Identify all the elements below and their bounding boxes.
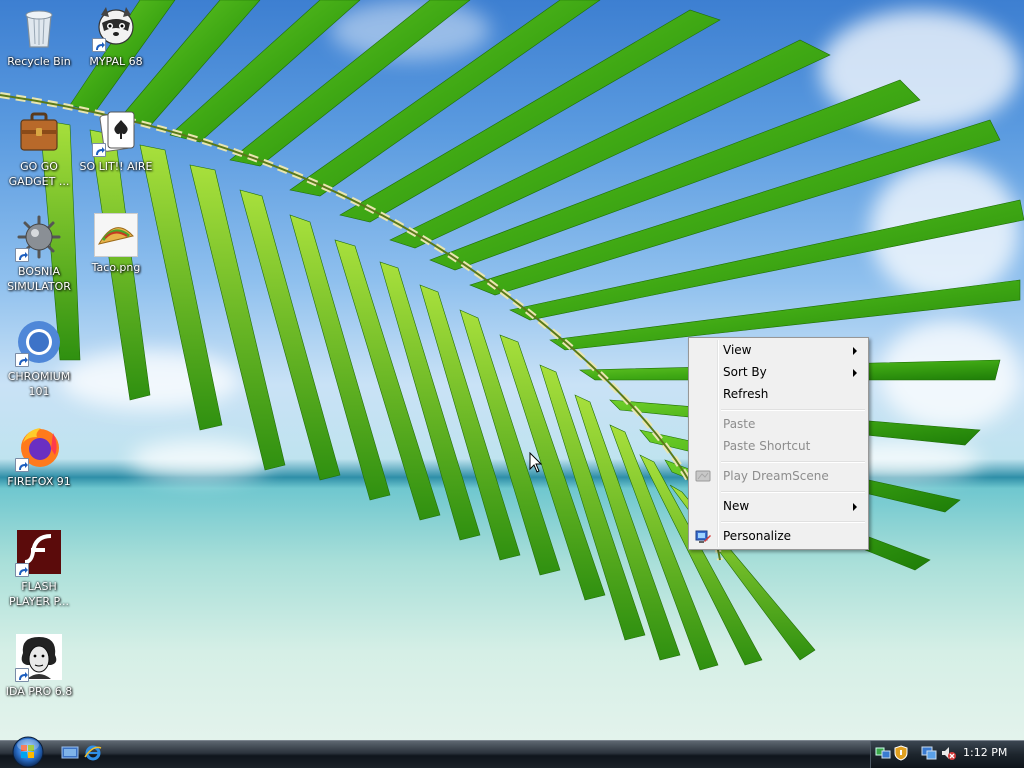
flash-player-icon	[15, 528, 63, 577]
menu-separator	[721, 409, 865, 411]
monitor-icon[interactable]	[921, 745, 937, 761]
desktop-icon-bosnia-simulator[interactable]: BOSNIA SIMULATOR	[0, 213, 79, 294]
volume-muted-icon[interactable]	[940, 745, 956, 761]
mypal-raccoon-icon	[92, 3, 140, 52]
menu-item-personalize[interactable]: Personalize	[691, 525, 866, 547]
desktop-icon-label: FLASH PLAYER P...	[9, 580, 69, 608]
playing-cards-icon	[92, 108, 140, 157]
menu-item-label: Personalize	[723, 529, 792, 543]
desktop-icon-label: CHROMIUM 101	[7, 370, 71, 398]
network-icon[interactable]	[875, 745, 891, 761]
desktop-icon-label: FIREFOX 91	[7, 475, 71, 488]
menu-item-label: Refresh	[723, 387, 769, 401]
start-button[interactable]	[7, 734, 49, 768]
menu-item-label: Sort By	[723, 365, 767, 379]
menu-item-refresh[interactable]: Refresh	[691, 383, 866, 405]
desktop-icon-taco[interactable]: Taco.png	[76, 213, 156, 275]
taco-image-icon	[94, 213, 138, 257]
shortcut-arrow-icon	[92, 143, 106, 157]
chromium-icon	[15, 318, 63, 367]
desktop-icon-firefox[interactable]: FIREFOX 91	[0, 423, 79, 489]
desktop-icon-label: Taco.png	[91, 261, 141, 274]
desktop-icon-flash-player[interactable]: FLASH PLAYER P...	[0, 528, 79, 609]
menu-item-label: New	[723, 499, 750, 513]
desktop-icon-label: BOSNIA SIMULATOR	[7, 265, 71, 293]
submenu-arrow-icon	[853, 369, 857, 377]
menu-separator	[721, 461, 865, 463]
desktop-icon-solitaire[interactable]: SO LIT!! AIRE	[76, 108, 156, 174]
desktop-icon-chromium[interactable]: CHROMIUM 101	[0, 318, 79, 399]
shortcut-arrow-icon	[15, 353, 29, 367]
mouse-cursor-icon	[529, 452, 543, 473]
menu-item-label: Play DreamScene	[723, 469, 829, 483]
menu-item-label: Paste	[723, 417, 756, 431]
menu-item-new[interactable]: New	[691, 495, 866, 517]
show-desktop-button[interactable]	[61, 745, 79, 761]
submenu-arrow-icon	[853, 347, 857, 355]
internet-explorer-icon	[84, 745, 102, 761]
desktop-icon-gogo-gadget[interactable]: GO GO GADGET ...	[0, 108, 79, 189]
menu-item-paste-shortcut[interactable]: Paste Shortcut	[691, 435, 866, 457]
personalize-icon	[695, 528, 711, 544]
menu-item-paste[interactable]: Paste	[691, 413, 866, 435]
desktop-icon-label: SO LIT!! AIRE	[79, 160, 153, 173]
security-icon[interactable]	[893, 745, 909, 761]
shortcut-arrow-icon	[15, 458, 29, 472]
desktop-icon-label: Recycle Bin	[7, 55, 71, 68]
menu-item-label: Paste Shortcut	[723, 439, 811, 453]
desktop-icon-recycle-bin[interactable]: Recycle Bin	[0, 3, 79, 69]
windows-orb-icon	[12, 736, 44, 768]
menu-item-label: View	[723, 343, 752, 357]
firefox-icon	[15, 423, 63, 472]
desktop-icon-label: IDA PRO 6.8	[5, 685, 73, 698]
shortcut-arrow-icon	[15, 563, 29, 577]
desktop-icon-ida-pro[interactable]: IDA PRO 6.8	[0, 633, 79, 699]
menu-item-play-dreamscene[interactable]: Play DreamScene	[691, 465, 866, 487]
spiked-mine-icon	[15, 213, 63, 262]
submenu-arrow-icon	[853, 503, 857, 511]
recycle-bin-icon	[15, 3, 63, 51]
shortcut-arrow-icon	[92, 38, 106, 52]
menu-item-view[interactable]: View	[691, 339, 866, 361]
briefcase-icon	[15, 108, 63, 156]
dreamscene-icon	[695, 468, 711, 484]
taskbar-clock[interactable]: 1:12 PM	[963, 745, 1007, 761]
menu-item-sort-by[interactable]: Sort By	[691, 361, 866, 383]
show-desktop-icon	[61, 746, 79, 759]
menu-separator	[721, 521, 865, 523]
internet-explorer-button[interactable]	[84, 745, 102, 761]
desktop-context-menu: View Sort By Refresh Paste Paste Shortcu…	[688, 337, 869, 550]
desktop-icon-label: MYPAL 68	[89, 55, 143, 68]
menu-separator	[721, 491, 865, 493]
desktop-icon-label: GO GO GADGET ...	[8, 160, 70, 188]
shortcut-arrow-icon	[15, 248, 29, 262]
desktop-icon-mypal[interactable]: MYPAL 68	[76, 3, 156, 69]
ida-pro-portrait-icon	[15, 633, 63, 682]
shortcut-arrow-icon	[15, 668, 29, 682]
